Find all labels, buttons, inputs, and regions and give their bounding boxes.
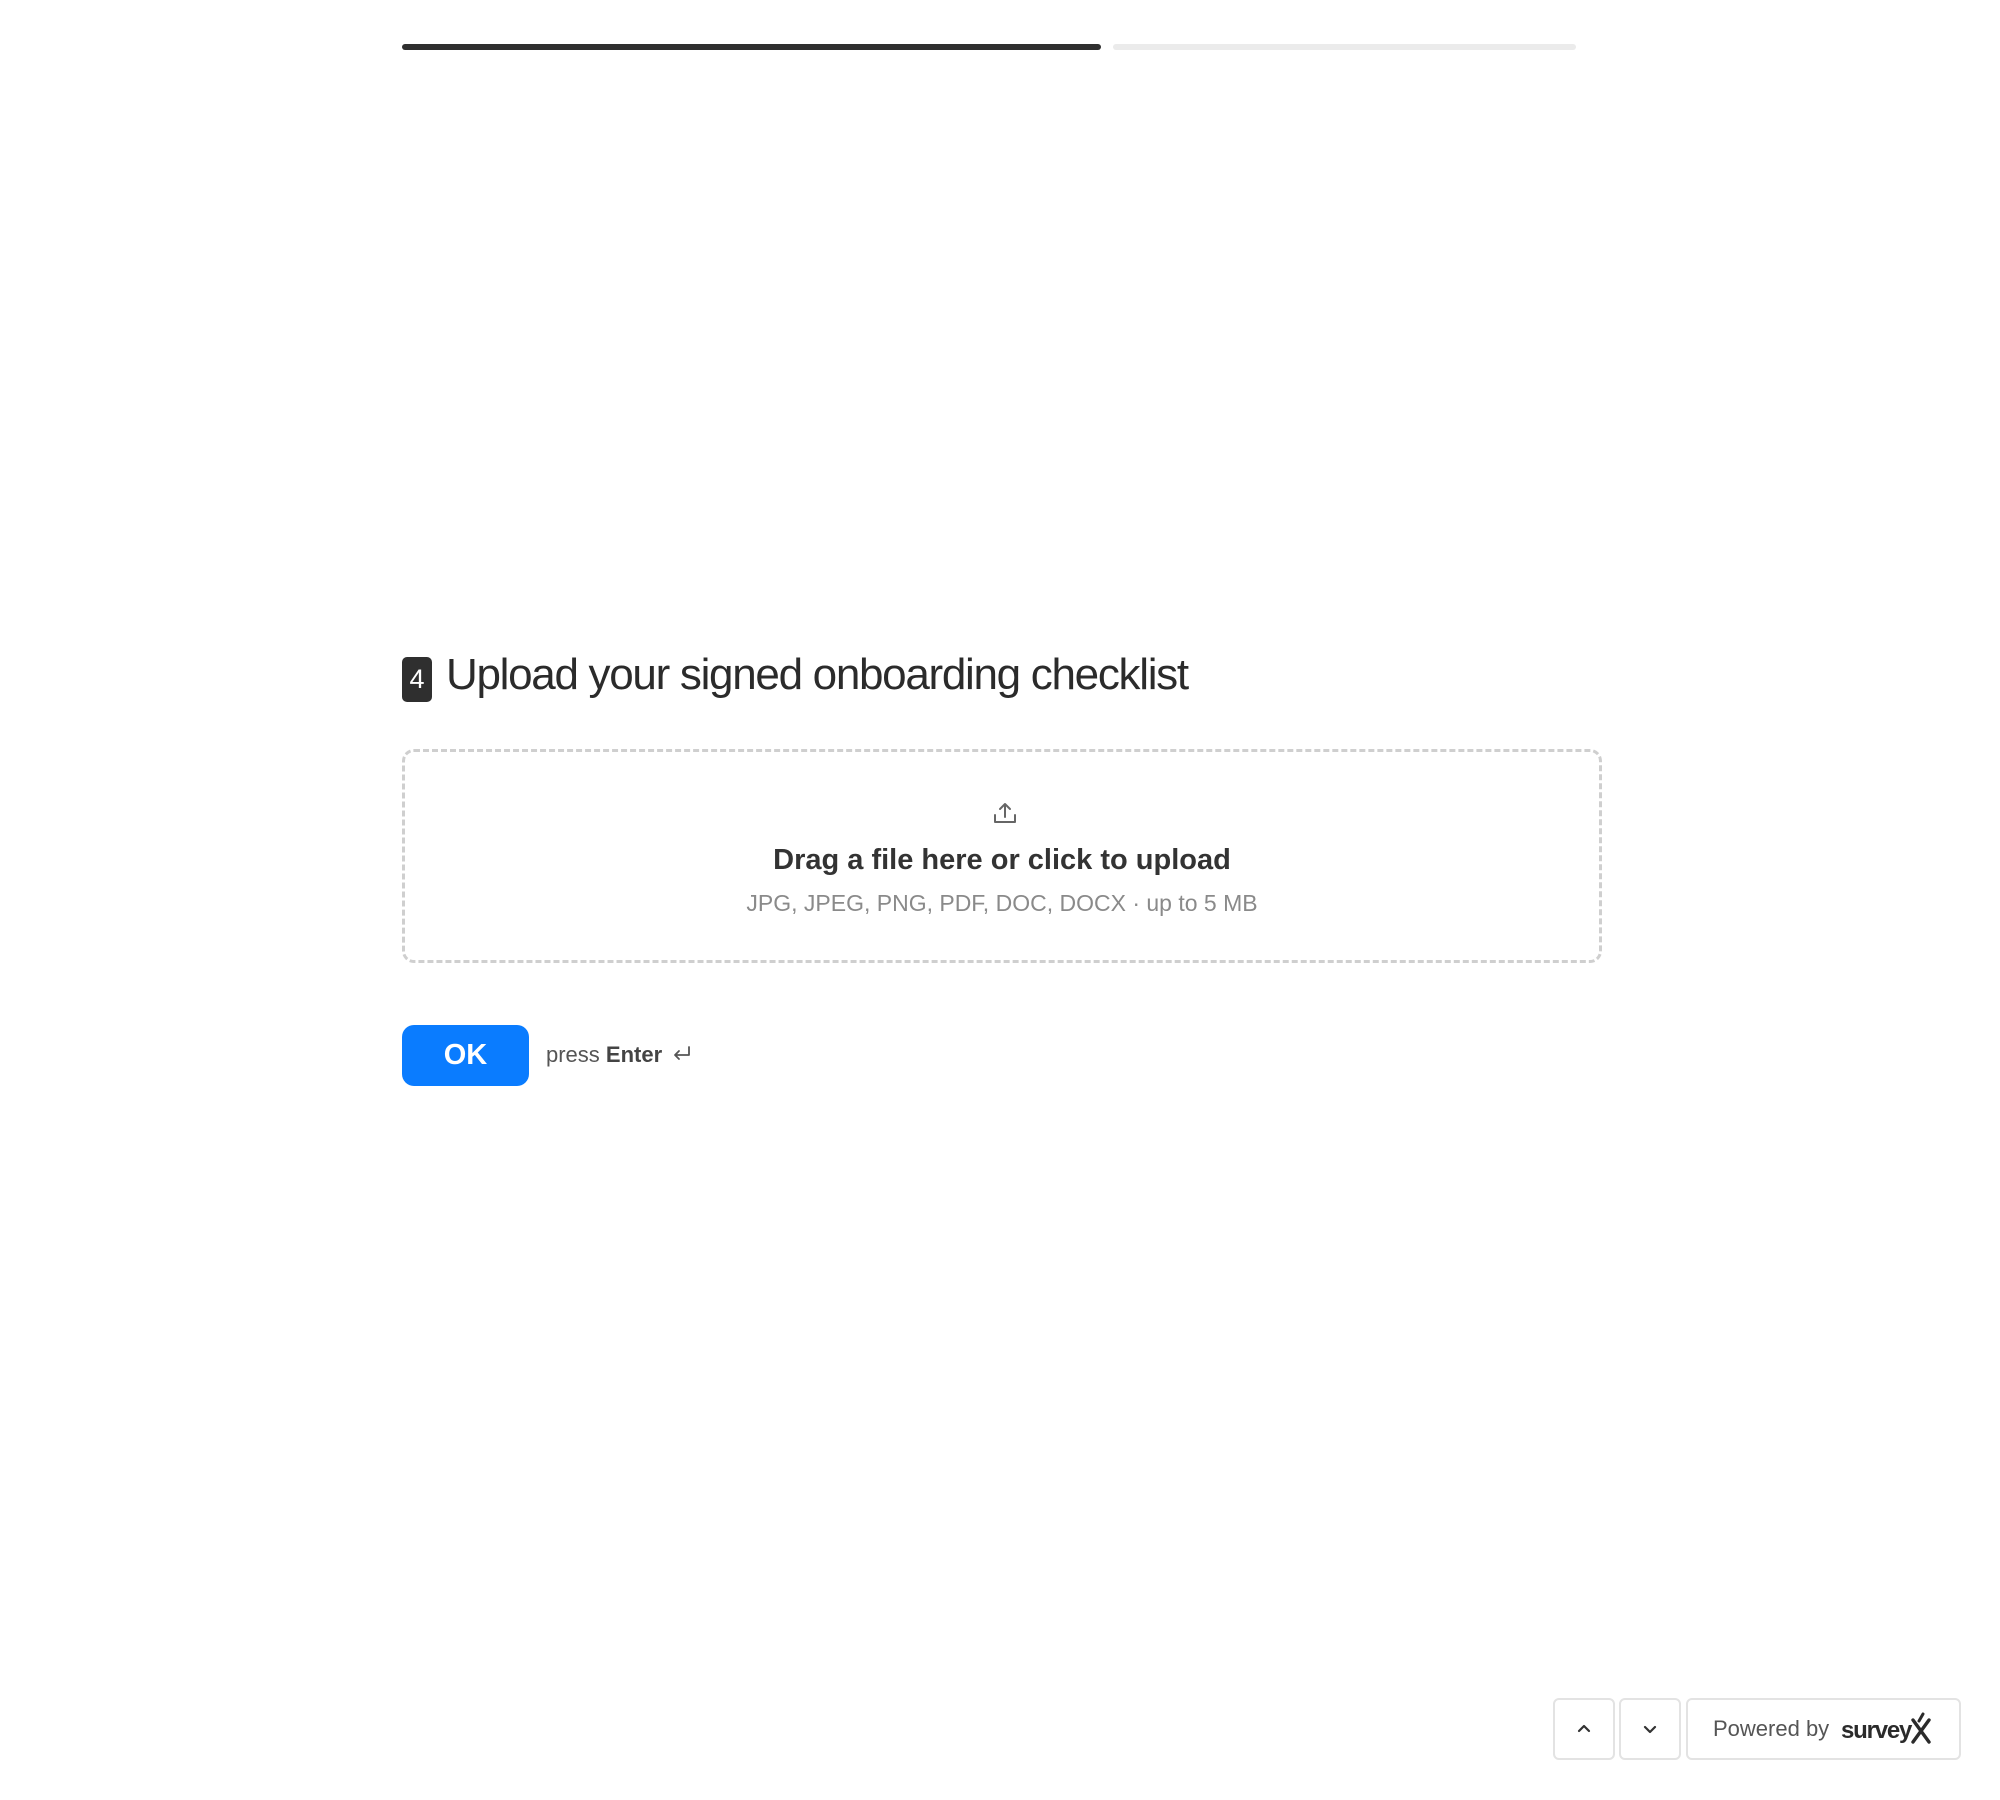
enter-hint: press Enter [546,1042,692,1068]
chevron-down-icon [1643,1725,1657,1734]
progress-bar-remaining [1113,44,1576,50]
surveyx-logo: survey [1841,1712,1931,1744]
hint-key: Enter [605,1042,663,1067]
svg-text:survey: survey [1841,1717,1913,1744]
progress-bar-completed [402,44,1101,50]
next-question-button[interactable] [1619,1698,1681,1760]
question-title: Upload your signed onboarding checklist [446,650,1189,699]
powered-by-badge[interactable]: Powered by survey [1686,1698,1961,1760]
file-upload-dropzone[interactable]: Drag a file here or click to upload JPG,… [402,749,1602,963]
upload-icon [994,803,1016,823]
dropzone-accepted-formats: JPG, JPEG, PNG, PDF, DOC, DOCX · up to 5… [746,890,1258,916]
dropzone-primary-text: Drag a file here or click to upload [773,844,1231,876]
powered-by-label: Powered by [1713,1716,1830,1741]
question-number-badge: 4 [402,657,432,702]
enter-return-icon [674,1046,691,1060]
previous-question-button[interactable] [1553,1698,1615,1760]
ok-button[interactable]: OK [402,1025,529,1086]
hint-prefix: press [546,1042,600,1067]
chevron-up-icon [1577,1724,1591,1733]
